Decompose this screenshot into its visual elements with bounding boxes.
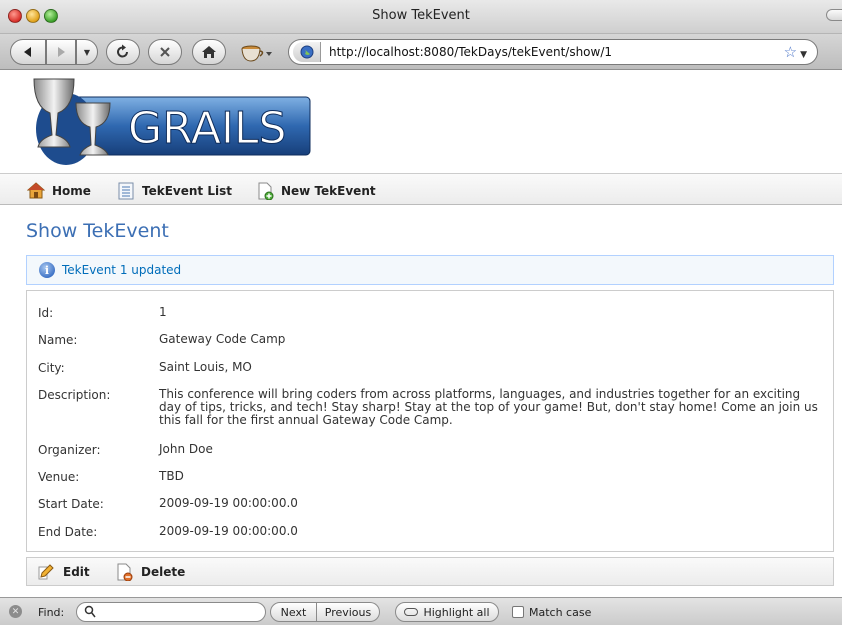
find-bar: ✕ Find: Next Previous Highlight all Matc… [0, 597, 842, 625]
nav-new-label: New TekEvent [281, 184, 376, 198]
reload-button[interactable] [106, 39, 140, 65]
nav-list-label: TekEvent List [142, 184, 232, 198]
highlight-all-label: Highlight all [423, 605, 490, 619]
delete-document-icon [117, 563, 133, 581]
detail-label: Organizer: [38, 443, 101, 457]
nav-bar: Home TekEvent List New TekEvent [0, 173, 842, 205]
page-title: Show TekEvent [26, 220, 169, 242]
detail-value: Gateway Code Camp [159, 332, 286, 346]
details-table: Id: 1 Name: Gateway Code Camp City: Sain… [26, 290, 834, 552]
delete-button[interactable]: Delete [115, 563, 185, 581]
url-text: http://localhost:8080/TekDays/tekEvent/s… [329, 45, 613, 59]
pencil-icon [38, 564, 54, 580]
nav-home-link[interactable]: Home [27, 181, 91, 201]
find-next-button[interactable]: Next [270, 602, 317, 622]
title-bar: Show TekEvent [0, 0, 842, 34]
detail-label: Id: [38, 306, 54, 320]
detail-label: Name: [38, 333, 78, 347]
detail-value: 1 [159, 305, 167, 319]
detail-label: Start Date: [38, 497, 104, 511]
match-case-checkbox[interactable] [512, 606, 524, 618]
find-previous-label: Previous [324, 605, 372, 619]
nav-new-link[interactable]: New TekEvent [256, 181, 376, 201]
status-message: i TekEvent 1 updated [26, 255, 834, 285]
list-icon [118, 182, 134, 200]
history-dropdown-button[interactable]: ▼ [76, 39, 98, 65]
action-bar: Edit Delete [26, 557, 834, 586]
search-icon [84, 605, 96, 622]
detail-value: 2009-09-19 00:00:00.0 [159, 524, 298, 538]
find-label: Find: [38, 606, 65, 619]
close-icon [160, 47, 170, 57]
detail-value: 2009-09-19 00:00:00.0 [159, 496, 298, 510]
info-icon: i [39, 262, 55, 278]
reload-icon [117, 44, 128, 58]
coffee-cup-icon [241, 45, 272, 62]
edit-button-label: Edit [63, 565, 90, 579]
chevron-down-icon: ▼ [83, 47, 91, 57]
header: GRAILS [0, 71, 842, 173]
site-identity-button[interactable] [293, 42, 321, 62]
page-content: GRAILS Home TekEvent List New TekEvent S… [0, 71, 842, 597]
browser-window: Show TekEvent ▼ http://localhost:8080/Te… [0, 0, 842, 625]
home-button[interactable] [192, 39, 226, 65]
find-next-label: Next [280, 605, 307, 619]
toolbar-toggle-button[interactable] [826, 9, 842, 21]
detail-label: Description: [38, 388, 111, 402]
address-bar[interactable]: http://localhost:8080/TekDays/tekEvent/s… [288, 39, 818, 65]
new-document-icon [258, 182, 274, 200]
detail-label: City: [38, 361, 65, 375]
detail-label: End Date: [38, 525, 98, 539]
highlight-all-button[interactable]: Highlight all [395, 602, 499, 622]
nav-list-link[interactable]: TekEvent List [117, 181, 232, 201]
status-message-text: TekEvent 1 updated [62, 263, 182, 277]
forward-arrow-icon [58, 47, 65, 57]
home-icon [202, 46, 216, 58]
detail-value: John Doe [159, 442, 213, 456]
stop-button[interactable] [148, 39, 182, 65]
nav-home-label: Home [52, 184, 91, 198]
forward-button[interactable] [46, 39, 76, 65]
find-input[interactable] [76, 602, 266, 622]
browser-toolbar: ▼ http://localhost:8080/TekDays/tekEvent… [0, 34, 842, 70]
house-icon [27, 182, 45, 199]
close-find-bar-icon[interactable]: ✕ [9, 605, 22, 618]
grails-logo-text: GRAILS [128, 103, 286, 154]
bookmark-star-icon[interactable]: ☆ ▼ [784, 43, 807, 61]
detail-label: Venue: [38, 470, 80, 484]
detail-value: TBD [159, 469, 184, 483]
edit-button[interactable]: Edit [37, 563, 90, 581]
delete-button-label: Delete [141, 565, 186, 579]
back-button[interactable] [10, 39, 46, 65]
highlight-icon [404, 608, 419, 616]
match-case-label: Match case [529, 606, 592, 619]
detail-value: Saint Louis, MO [159, 360, 252, 374]
globe-icon [300, 45, 313, 59]
grails-logo[interactable]: GRAILS [28, 73, 314, 173]
find-previous-button[interactable]: Previous [317, 602, 380, 622]
detail-value: This conference will bring coders from a… [159, 387, 818, 427]
tools-menu-button[interactable] [236, 39, 276, 65]
window-title: Show TekEvent [372, 8, 470, 23]
back-arrow-icon [24, 47, 31, 57]
